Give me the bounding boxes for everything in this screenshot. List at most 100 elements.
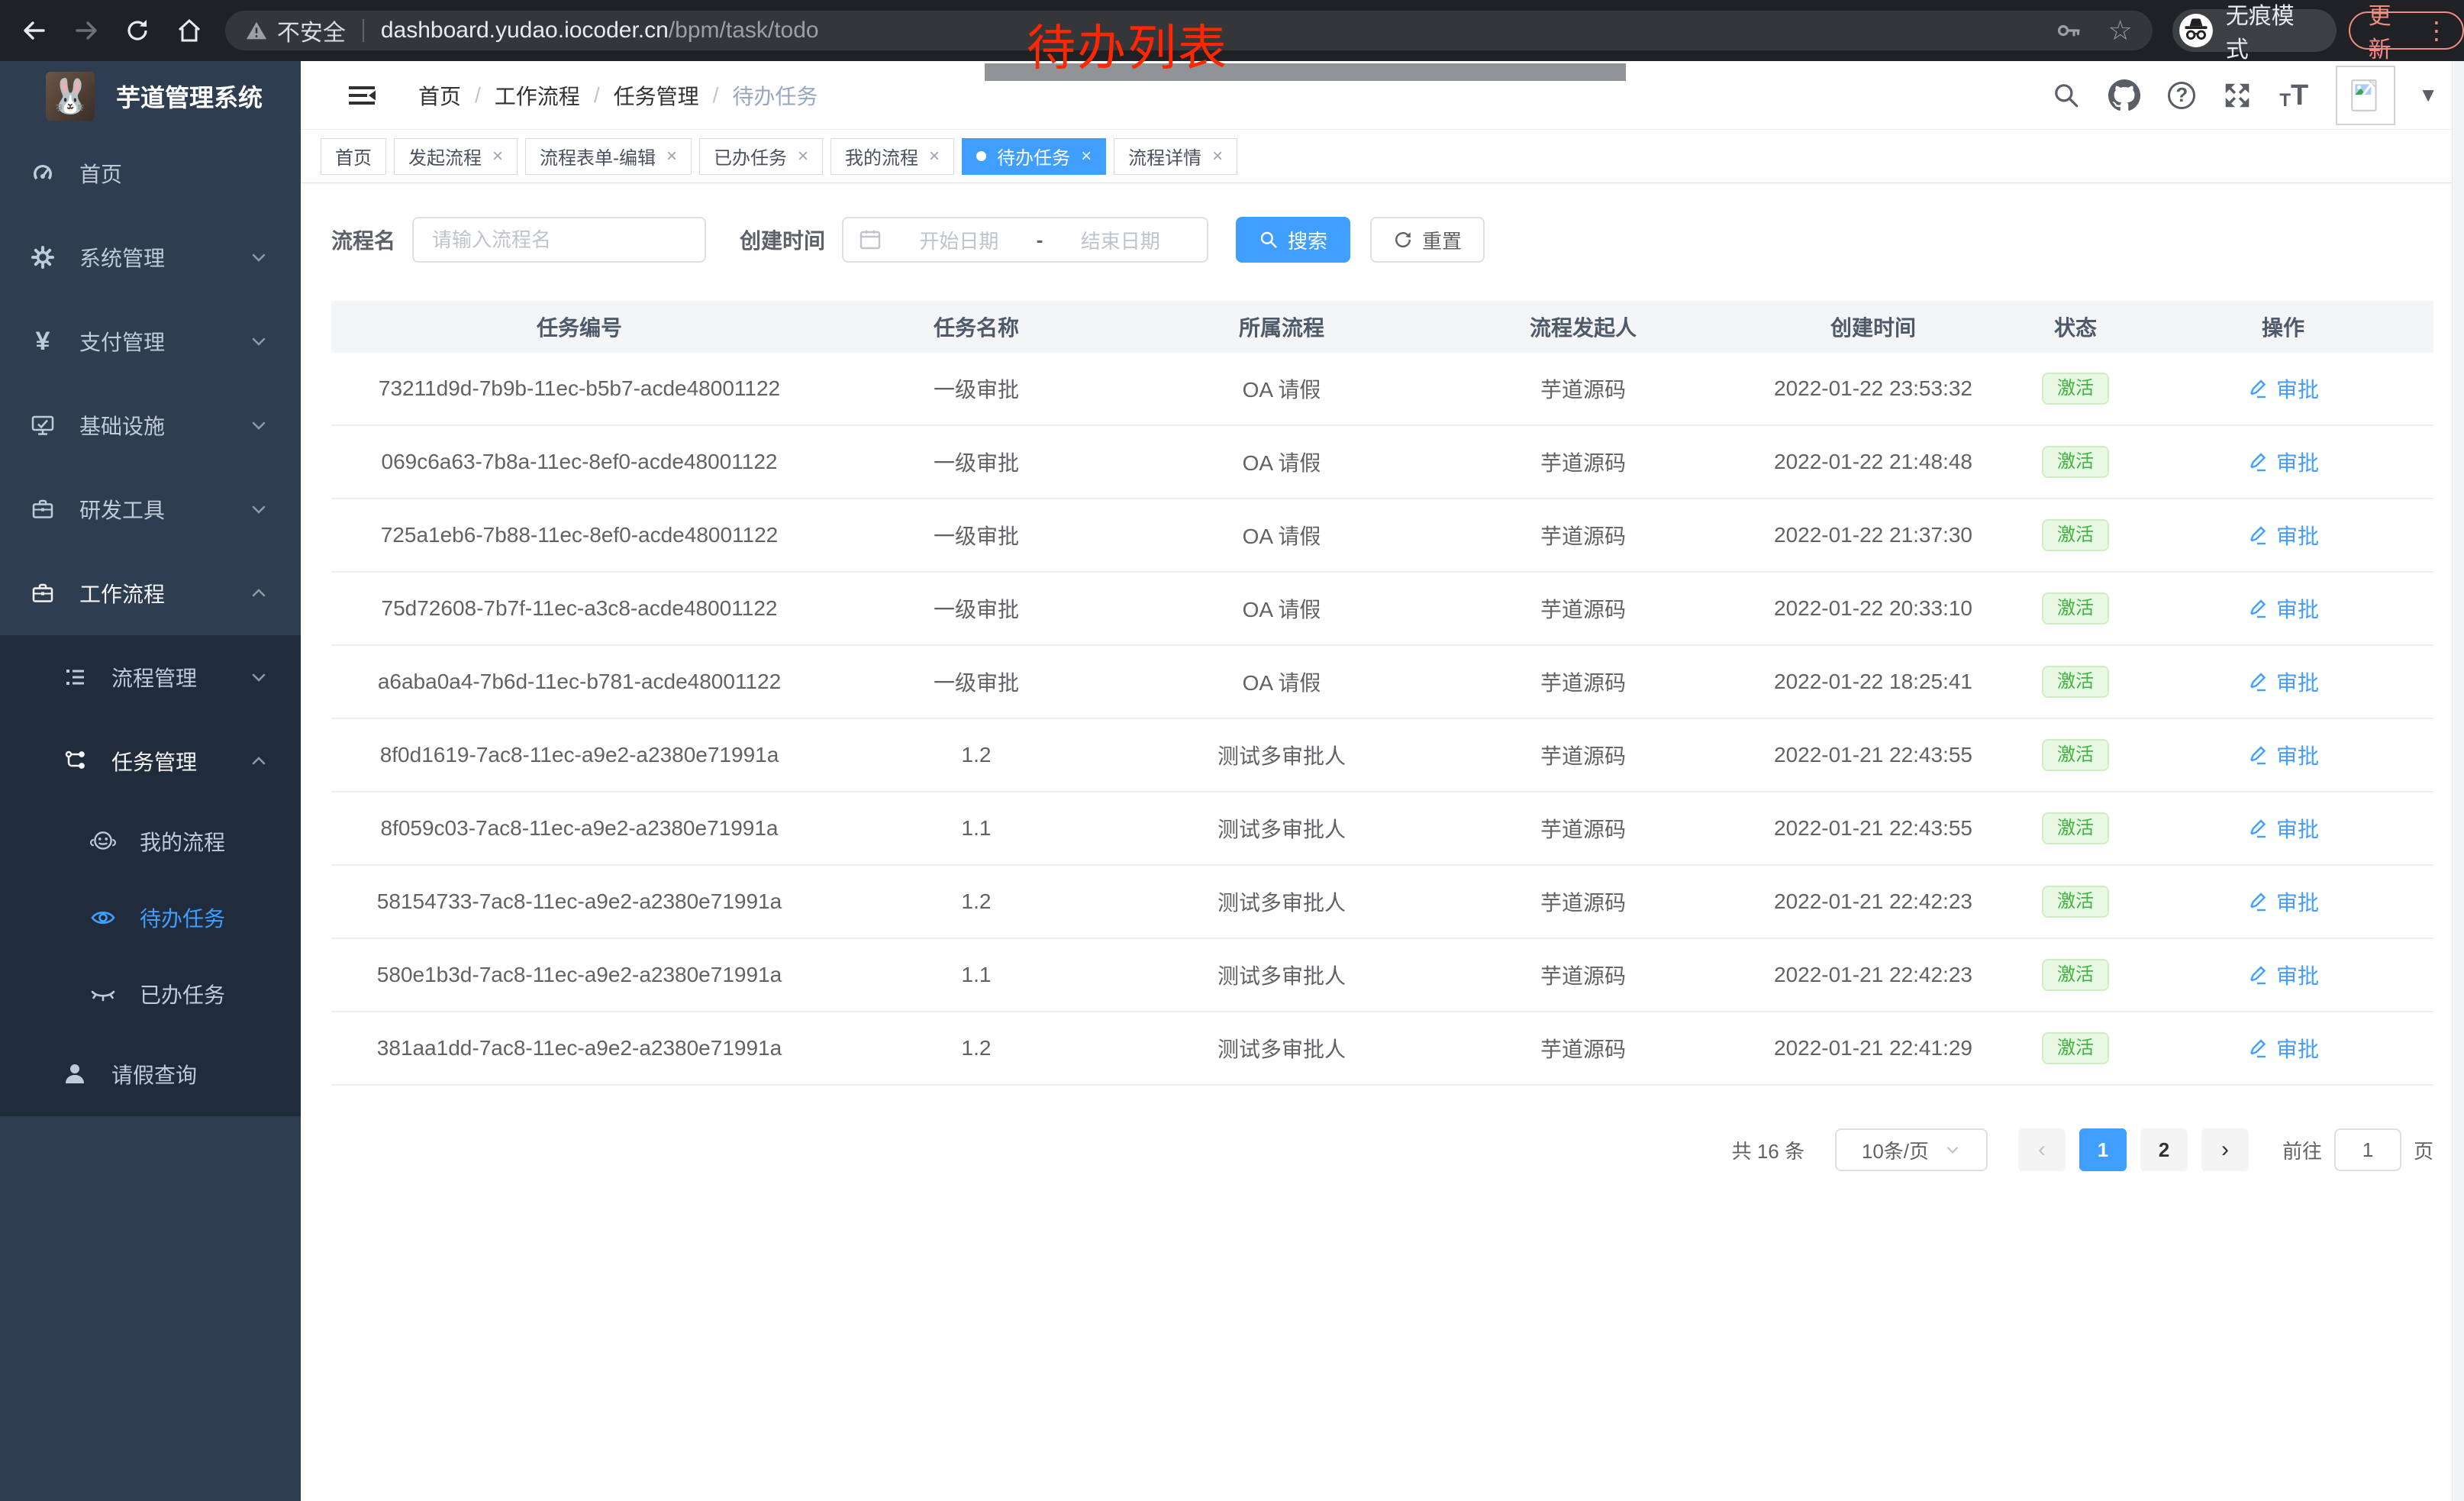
status-badge: 激活 bbox=[2042, 519, 2109, 551]
approve-link[interactable]: 审批 bbox=[2247, 593, 2319, 624]
sidebar-item-请假查询[interactable]: 请假查询 bbox=[0, 1032, 301, 1116]
search-button[interactable]: 搜索 bbox=[1236, 217, 1350, 263]
approve-link[interactable]: 审批 bbox=[2247, 1033, 2319, 1064]
page-button-2[interactable]: 2 bbox=[2140, 1128, 2188, 1171]
process-name: OA 请假 bbox=[1125, 667, 1438, 697]
table-row: 8f0d1619-7ac8-11ec-a9e2-a2380e71991a1.2测… bbox=[331, 719, 2433, 792]
hamburger-icon[interactable] bbox=[347, 82, 377, 109]
column-header-流程发起人: 流程发起人 bbox=[1438, 311, 1728, 342]
task-id: 8f0d1619-7ac8-11ec-a9e2-a2380e71991a bbox=[331, 743, 827, 767]
tab-流程详情[interactable]: 流程详情 × bbox=[1114, 138, 1237, 175]
reload-icon[interactable] bbox=[120, 13, 155, 48]
browser-update-button[interactable]: 更新 ⋮ bbox=[2349, 11, 2464, 50]
tab-close-icon[interactable]: × bbox=[929, 146, 940, 167]
approve-link[interactable]: 审批 bbox=[2247, 886, 2319, 917]
tab-流程表单-编辑[interactable]: 流程表单-编辑 × bbox=[525, 138, 692, 175]
tab-发起流程[interactable]: 发起流程 × bbox=[394, 138, 518, 175]
approve-link[interactable]: 审批 bbox=[2247, 740, 2319, 770]
tab-label: 流程详情 bbox=[1128, 143, 1201, 169]
tab-close-icon[interactable]: × bbox=[1081, 146, 1092, 167]
home-icon[interactable] bbox=[172, 13, 207, 48]
prev-page-button[interactable]: ‹ bbox=[2018, 1128, 2066, 1171]
avatar[interactable] bbox=[2336, 66, 2395, 125]
tab-close-icon[interactable]: × bbox=[1212, 146, 1223, 167]
update-label[interactable]: 更新 bbox=[2369, 0, 2414, 64]
security-label[interactable]: 不安全 bbox=[277, 14, 346, 47]
app-logo-row[interactable]: 🐰 芋道管理系统 bbox=[0, 61, 301, 131]
process-name: 测试多审批人 bbox=[1125, 813, 1438, 844]
back-icon[interactable] bbox=[17, 13, 52, 48]
reset-button[interactable]: 重置 bbox=[1370, 217, 1485, 263]
page-scrollbar[interactable] bbox=[2452, 61, 2464, 1501]
pencil-icon bbox=[2247, 964, 2269, 986]
goto-label: 前往 bbox=[2282, 1136, 2322, 1164]
tab-label: 流程表单-编辑 bbox=[540, 143, 656, 169]
sidebar-item-label: 研发工具 bbox=[79, 494, 165, 525]
search-icon[interactable] bbox=[2052, 81, 2081, 110]
process-starter: 芋道源码 bbox=[1438, 520, 1728, 550]
task-id: 8f059c03-7ac8-11ec-a9e2-a2380e71991a bbox=[331, 816, 827, 841]
sidebar-item-流程管理[interactable]: 流程管理 bbox=[0, 635, 301, 719]
tab-已办任务[interactable]: 已办任务× bbox=[699, 138, 823, 175]
password-key-icon[interactable] bbox=[2056, 18, 2082, 44]
incognito-spy-icon bbox=[2179, 13, 2214, 48]
status-badge: 激活 bbox=[2042, 959, 2109, 991]
sidebar-item-支付管理[interactable]: ¥支付管理 bbox=[0, 299, 301, 383]
approve-link[interactable]: 审批 bbox=[2247, 447, 2319, 477]
approve-link[interactable]: 审批 bbox=[2247, 960, 2319, 990]
breadcrumb-item[interactable]: 首页 bbox=[418, 80, 461, 111]
approve-link[interactable]: 审批 bbox=[2247, 813, 2319, 844]
approve-link[interactable]: 审批 bbox=[2247, 373, 2319, 404]
approve-link[interactable]: 审批 bbox=[2247, 667, 2319, 697]
browser-menu-dots-icon[interactable]: ⋮ bbox=[2424, 16, 2449, 45]
avatar-caret-icon[interactable]: ▼ bbox=[2418, 83, 2438, 107]
sidebar-item-我的流程[interactable]: 我的流程 bbox=[0, 803, 301, 880]
task-name: 一级审批 bbox=[827, 447, 1125, 477]
end-date-placeholder[interactable]: 结束日期 bbox=[1049, 226, 1192, 254]
not-secure-warning-icon bbox=[245, 19, 268, 42]
sidebar-item-工作流程[interactable]: 工作流程 bbox=[0, 551, 301, 635]
date-range-picker[interactable]: 开始日期 - 结束日期 bbox=[842, 217, 1208, 263]
sidebar-item-待办任务[interactable]: 待办任务 bbox=[0, 880, 301, 956]
sidebar-item-首页[interactable]: 首页 bbox=[0, 131, 301, 215]
page-size-select[interactable]: 10条/页 bbox=[1835, 1128, 1988, 1171]
approve-link[interactable]: 审批 bbox=[2247, 520, 2319, 550]
tab-close-icon[interactable]: × bbox=[666, 146, 677, 167]
tab-close-icon[interactable]: × bbox=[492, 146, 503, 167]
goto-page-input[interactable] bbox=[2334, 1128, 2401, 1171]
sidebar-item-任务管理[interactable]: 任务管理 bbox=[0, 719, 301, 803]
breadcrumb-item[interactable]: 工作流程 bbox=[495, 80, 580, 111]
sidebar-item-系统管理[interactable]: 系统管理 bbox=[0, 215, 301, 299]
page-button-1[interactable]: 1 bbox=[2079, 1128, 2127, 1171]
annotation-overlay-text: 待办列表 bbox=[1027, 9, 1228, 79]
approve-label: 审批 bbox=[2276, 813, 2319, 844]
chevron-down-icon bbox=[249, 331, 269, 351]
font-size-icon[interactable]: TT bbox=[2279, 81, 2308, 110]
tab-label: 发起流程 bbox=[408, 143, 482, 169]
next-page-button[interactable]: › bbox=[2201, 1128, 2249, 1171]
sidebar-item-已办任务[interactable]: 已办任务 bbox=[0, 956, 301, 1032]
created-time: 2022-01-21 22:42:23 bbox=[1728, 963, 2018, 987]
sidebar: 🐰 芋道管理系统 首页系统管理¥支付管理基础设施研发工具工作流程流程管理任务管理… bbox=[0, 61, 301, 1501]
sidebar-item-研发工具[interactable]: 研发工具 bbox=[0, 467, 301, 551]
pencil-icon bbox=[2247, 378, 2269, 399]
fullscreen-icon[interactable] bbox=[2223, 81, 2252, 110]
bookmark-star-icon[interactable]: ☆ bbox=[2108, 17, 2132, 44]
process-starter: 芋道源码 bbox=[1438, 740, 1728, 770]
approve-label: 审批 bbox=[2276, 593, 2319, 624]
forward-icon[interactable] bbox=[69, 13, 104, 48]
tab-close-icon[interactable]: × bbox=[798, 146, 808, 167]
tab-待办任务[interactable]: 待办任务× bbox=[962, 138, 1106, 175]
created-time: 2022-01-21 22:42:23 bbox=[1728, 889, 2018, 914]
task-id: 580e1b3d-7ac8-11ec-a9e2-a2380e71991a bbox=[331, 963, 827, 987]
process-name: OA 请假 bbox=[1125, 520, 1438, 550]
start-date-placeholder[interactable]: 开始日期 bbox=[888, 226, 1030, 254]
tab-首页[interactable]: 首页 bbox=[321, 138, 386, 175]
help-icon[interactable]: ? bbox=[2168, 82, 2195, 109]
breadcrumb-item[interactable]: 任务管理 bbox=[614, 80, 699, 111]
process-name-input[interactable] bbox=[412, 217, 706, 263]
github-icon[interactable] bbox=[2108, 79, 2140, 111]
tab-我的流程[interactable]: 我的流程× bbox=[830, 138, 954, 175]
sidebar-item-基础设施[interactable]: 基础设施 bbox=[0, 383, 301, 467]
tab-label: 首页 bbox=[335, 143, 372, 169]
